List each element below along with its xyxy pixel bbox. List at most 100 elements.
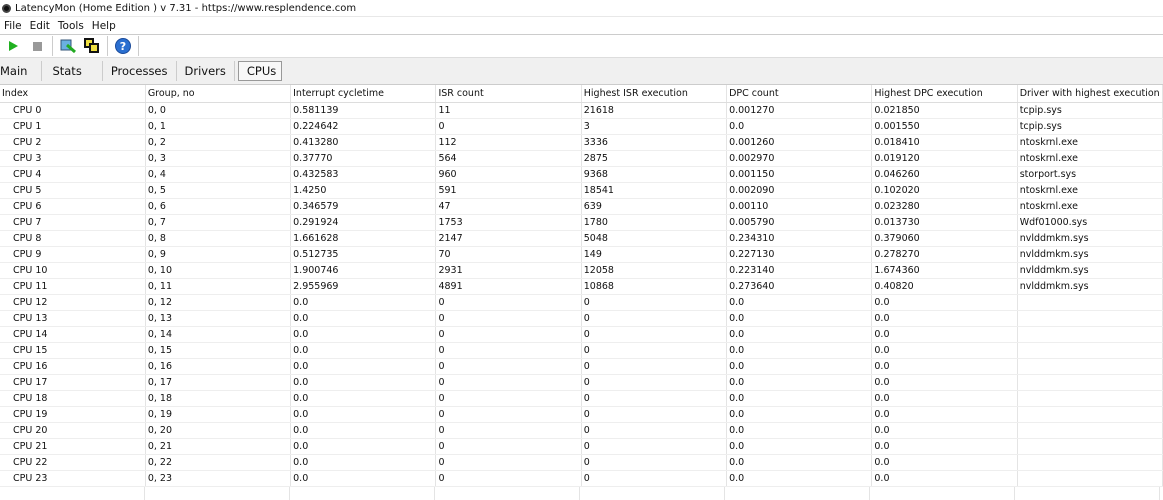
table-cell: CPU 14 — [0, 326, 146, 343]
menu-help[interactable]: Help — [88, 20, 120, 32]
table-cell: 0.019120 — [871, 150, 1018, 167]
table-row[interactable]: CPU 15 0, 15 0.0 0 0 0.0 0.0 — [0, 342, 1163, 359]
cpu-table: Index Group, no Interrupt cycletime ISR cou… — [0, 85, 1163, 487]
start-button[interactable] — [4, 37, 22, 55]
table-cell: 1.4250 — [290, 182, 437, 199]
table-cell: Wdf01000.sys — [1017, 214, 1163, 231]
table-cell — [1017, 390, 1163, 407]
column-header[interactable]: Index — [0, 85, 146, 103]
table-cell: CPU 6 — [0, 198, 146, 215]
table-cell: 639 — [581, 198, 728, 215]
column-header[interactable]: Highest ISR execution — [581, 85, 728, 103]
table-cell: 0.0 — [871, 406, 1018, 423]
table-cell: 0, 3 — [145, 150, 292, 167]
table-cell: 0.0 — [290, 406, 437, 423]
column-header[interactable]: Group, no — [145, 85, 292, 103]
table-row[interactable]: CPU 22 0, 22 0.0 0 0 0.0 0.0 — [0, 454, 1163, 471]
table-cell: 11 — [435, 102, 582, 119]
table-row[interactable]: CPU 20 0, 20 0.0 0 0 0.0 0.0 — [0, 422, 1163, 439]
table-cell: CPU 1 — [0, 118, 146, 135]
table-row[interactable]: CPU 4 0, 4 0.432583 960 9368 0.001150 0.046260… — [0, 166, 1163, 183]
table-cell: 0.046260 — [871, 166, 1018, 183]
table-row[interactable]: CPU 18 0, 18 0.0 0 0 0.0 0.0 — [0, 390, 1163, 407]
table-row[interactable]: CPU 7 0, 7 0.291924 1753 1780 0.005790 0.01373… — [0, 214, 1163, 231]
column-header[interactable]: ISR count — [435, 85, 582, 103]
tab-drivers[interactable]: Drivers — [177, 61, 235, 81]
table-row[interactable]: CPU 23 0, 23 0.0 0 0 0.0 0.0 — [0, 470, 1163, 487]
table-row[interactable]: CPU 10 0, 10 1.900746 2931 12058 0.223140 1.67… — [0, 262, 1163, 279]
table-row[interactable]: CPU 17 0, 17 0.0 0 0 0.0 0.0 — [0, 374, 1163, 391]
table-cell: 1753 — [435, 214, 582, 231]
table-row[interactable]: CPU 21 0, 21 0.0 0 0 0.0 0.0 — [0, 438, 1163, 455]
table-row[interactable]: CPU 9 0, 9 0.512735 70 149 0.227130 0.278270 nv… — [0, 246, 1163, 263]
tab-cpus[interactable]: CPUs — [237, 61, 282, 81]
table-cell — [1017, 406, 1163, 423]
table-cell: 0.0 — [726, 422, 873, 439]
toolbar-separator — [107, 36, 108, 56]
tab-processes[interactable]: Processes — [103, 61, 177, 81]
table-row[interactable]: CPU 3 0, 3 0.37770 564 2875 0.002970 0.019120 n… — [0, 150, 1163, 167]
table-cell: 0 — [435, 422, 582, 439]
table-cell: 1.674360 — [871, 262, 1018, 279]
stop-button[interactable] — [28, 37, 46, 55]
table-cell: CPU 12 — [0, 294, 146, 311]
table-cell: 0.413280 — [290, 134, 437, 151]
table-cell: 0, 23 — [145, 470, 292, 487]
table-row[interactable]: CPU 12 0, 12 0.0 0 0 0.0 0.0 — [0, 294, 1163, 311]
table-row[interactable]: CPU 0 0, 0 0.581139 11 21618 0.001270 0.021850… — [0, 102, 1163, 119]
table-row[interactable]: CPU 14 0, 14 0.0 0 0 0.0 0.0 — [0, 326, 1163, 343]
table-cell: 0.0 — [290, 342, 437, 359]
column-header[interactable]: Highest DPC execution — [871, 85, 1018, 103]
table-cell: 0.37770 — [290, 150, 437, 167]
menu-tools[interactable]: Tools — [54, 20, 88, 32]
table-cell: 0.0 — [726, 118, 873, 135]
table-cell: 0 — [581, 310, 728, 327]
help-button[interactable]: ? — [114, 37, 132, 55]
table-row[interactable]: CPU 8 0, 8 1.661628 2147 5048 0.234310 0.37906… — [0, 230, 1163, 247]
column-header[interactable]: DPC count — [726, 85, 873, 103]
tab-stats[interactable]: Stats — [42, 61, 103, 81]
table-cell: 2.955969 — [290, 278, 437, 295]
table-cell: 0.0 — [726, 470, 873, 487]
menu-file[interactable]: File — [0, 20, 26, 32]
table-cell: 0.227130 — [726, 246, 873, 263]
toolbar: ? — [0, 34, 1163, 58]
inspect-button[interactable] — [59, 37, 77, 55]
table-cell: 0.0 — [290, 454, 437, 471]
table-cell: 0.0 — [290, 294, 437, 311]
table-cell: 0.001260 — [726, 134, 873, 151]
table-cell — [1017, 454, 1163, 471]
table-cell: tcpip.sys — [1017, 102, 1163, 119]
tab-bar: Main Stats Processes Drivers CPUs — [0, 58, 1163, 85]
table-row[interactable]: CPU 13 0, 13 0.0 0 0 0.0 0.0 — [0, 310, 1163, 327]
table-row[interactable]: CPU 1 0, 1 0.224642 0 3 0.0 0.001550 tcpip.sys — [0, 118, 1163, 135]
table-cell: 70 — [435, 246, 582, 263]
stop-icon — [32, 41, 42, 51]
table-row[interactable]: CPU 6 0, 6 0.346579 47 639 0.00110 0.023280 nto… — [0, 198, 1163, 215]
table-cell: tcpip.sys — [1017, 118, 1163, 135]
table-row[interactable]: CPU 16 0, 16 0.0 0 0 0.0 0.0 — [0, 358, 1163, 375]
table-cell: 0.224642 — [290, 118, 437, 135]
table-cell: 0.234310 — [726, 230, 873, 247]
tab-main[interactable]: Main — [0, 61, 43, 81]
table-cell: CPU 0 — [0, 102, 146, 119]
table-empty-area — [0, 487, 1163, 500]
table-row[interactable]: CPU 5 0, 5 1.4250 591 18541 0.002090 0.102020 n… — [0, 182, 1163, 199]
copy-button[interactable] — [83, 37, 101, 55]
table-row[interactable]: CPU 11 0, 11 2.955969 4891 10868 0.273640 0.40… — [0, 278, 1163, 295]
table-cell: 0.001150 — [726, 166, 873, 183]
column-header[interactable]: Interrupt cycletime — [290, 85, 437, 103]
table-cell: 0 — [435, 406, 582, 423]
table-row[interactable]: CPU 19 0, 19 0.0 0 0 0.0 0.0 — [0, 406, 1163, 423]
table-cell: CPU 15 — [0, 342, 146, 359]
table-cell: 0.0 — [290, 374, 437, 391]
table-cell: CPU 3 — [0, 150, 146, 167]
table-row[interactable]: CPU 2 0, 2 0.413280 112 3336 0.001260 0.018410… — [0, 134, 1163, 151]
help-icon: ? — [115, 38, 131, 54]
menu-edit[interactable]: Edit — [26, 20, 54, 32]
table-cell: 0.00110 — [726, 198, 873, 215]
table-cell: 0, 11 — [145, 278, 292, 295]
table-cell: 0.0 — [290, 438, 437, 455]
table-cell: 0, 10 — [145, 262, 292, 279]
column-header[interactable]: Driver with highest execution — [1017, 85, 1163, 103]
